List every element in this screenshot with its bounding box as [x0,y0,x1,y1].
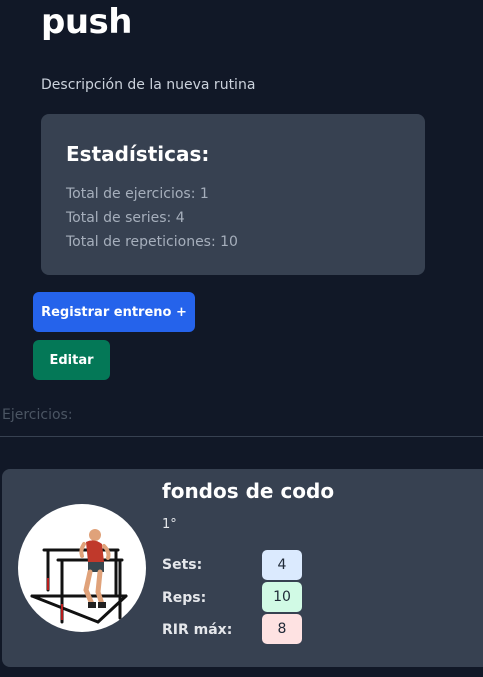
sets-label: Sets: [162,557,203,573]
edit-button[interactable]: Editar [33,340,110,380]
stats-heading: Estadísticas: [66,142,210,166]
routine-description: Descripción de la nueva rutina [41,77,256,93]
reps-label: Reps: [162,590,207,606]
exercise-order: 1° [162,517,177,532]
stat-total-exercises: Total de ejercicios: 1 [66,186,209,202]
rir-label: RIR máx: [162,622,233,638]
rir-value-badge: 8 [262,614,302,644]
divider [0,436,483,437]
stats-card: Estadísticas: Total de ejercicios: 1 Tot… [41,114,425,275]
exercise-card[interactable]: fondos de codo 1° Sets: 4 Reps: 10 RIR m… [2,469,483,667]
dips-exercise-icon [18,504,146,632]
exercises-section-label: Ejercicios: [2,407,73,423]
stat-total-series: Total de series: 4 [66,210,185,226]
stat-total-reps: Total de repeticiones: 10 [66,234,238,250]
routine-title: push [41,2,133,42]
exercise-name: fondos de codo [162,479,335,503]
reps-value-badge: 10 [262,582,302,612]
register-workout-button[interactable]: Registrar entreno + [33,292,195,332]
sets-value-badge: 4 [262,550,302,580]
